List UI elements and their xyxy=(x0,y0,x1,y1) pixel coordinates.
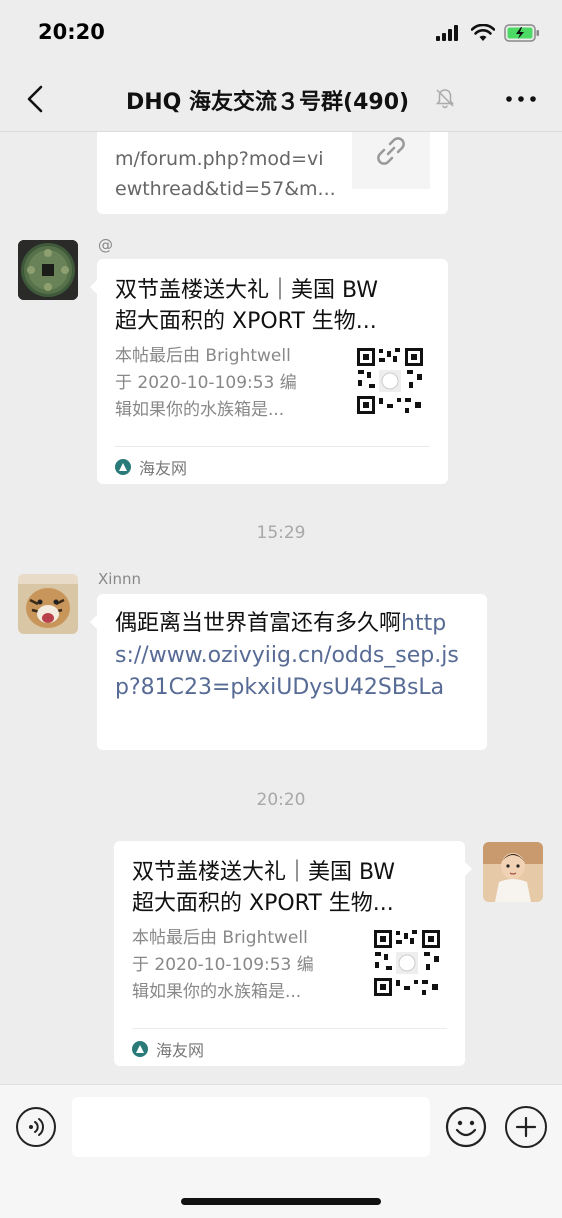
link-card[interactable]: 双节盖楼送大礼｜美国 BW 超大面积的 XPORT 生物... 本帖最后由 Br… xyxy=(90,259,448,484)
link-card-url-line: m/forum.php?mod=vi xyxy=(115,148,324,170)
child-avatar-image xyxy=(483,842,543,902)
battery-charging-icon xyxy=(504,24,539,42)
coin-avatar-image xyxy=(18,240,78,300)
mute-bell-icon xyxy=(435,89,455,109)
source-logo-icon xyxy=(115,459,131,475)
plus-icon xyxy=(515,1116,537,1138)
message-input[interactable] xyxy=(72,1097,430,1157)
link-card-description: 于 2020-10-109:53 编 xyxy=(132,955,314,975)
link-card-description: 本帖最后由 Brightwell xyxy=(132,928,308,948)
link-card-title: 双节盖楼送大礼｜美国 BW xyxy=(115,278,379,303)
sender-name: Xinnn xyxy=(98,570,141,588)
link-card-title: 超大面积的 XPORT 生物... xyxy=(115,309,377,334)
avatar[interactable] xyxy=(18,240,78,300)
avatar[interactable] xyxy=(18,574,78,634)
source-name: 海友网 xyxy=(156,1041,205,1060)
qr-code-thumbnail xyxy=(355,346,425,416)
bubble-tail xyxy=(90,279,98,295)
chat-title: DHQ 海友交流３号群(490) xyxy=(126,90,410,115)
signal-icon xyxy=(436,25,458,41)
status-bar: 20:20 xyxy=(0,0,562,66)
message-body: 偶距离当世界首富还有多久啊 xyxy=(115,611,402,636)
card-divider xyxy=(132,1028,447,1029)
voice-icon xyxy=(29,1118,44,1136)
home-indicator xyxy=(181,1198,381,1205)
status-icons xyxy=(436,24,540,42)
timestamp: 20:20 xyxy=(256,790,306,810)
emoji-icon xyxy=(445,1106,487,1148)
tiger-avatar-image xyxy=(18,574,78,634)
more-functions-button[interactable] xyxy=(505,1106,547,1148)
link-icon xyxy=(377,136,405,165)
back-arrow-icon xyxy=(27,85,43,113)
text-message-bubble[interactable]: 偶距离当世界首富还有多久啊https://www.ozivyiig.cn/odd… xyxy=(90,594,487,750)
link-card-description: 于 2020-10-109:53 编 xyxy=(115,373,297,393)
chat-message-list[interactable]: m/forum.php?mod=vi ewthread&tid=57&m... … xyxy=(0,132,562,1084)
message-text: 偶距离当世界首富还有多久啊https://www.ozivyiig.cn/odd… xyxy=(115,608,471,704)
link-card-url-line: ewthread&tid=57&m... xyxy=(115,178,336,200)
bubble-tail xyxy=(90,614,98,630)
back-button[interactable] xyxy=(18,82,52,116)
link-card-source: 海友网 xyxy=(132,1037,204,1061)
emoji-button[interactable] xyxy=(445,1106,487,1148)
link-card-source: 海友网 xyxy=(115,455,187,479)
bubble-tail xyxy=(464,861,472,877)
qr-code-icon xyxy=(372,928,442,998)
link-card-title: 双节盖楼送大礼｜美国 BW xyxy=(132,860,396,885)
link-card-title: 超大面积的 XPORT 生物... xyxy=(132,891,394,916)
link-thumbnail xyxy=(352,132,430,189)
more-options-button[interactable] xyxy=(504,86,538,112)
wifi-icon xyxy=(471,24,495,41)
timestamp: 15:29 xyxy=(256,523,306,543)
source-logo-icon xyxy=(132,1041,148,1057)
link-card-description: 本帖最后由 Brightwell xyxy=(115,346,291,366)
card-divider xyxy=(115,446,430,447)
avatar[interactable] xyxy=(483,842,543,902)
link-card-partial[interactable]: m/forum.php?mod=vi ewthread&tid=57&m... xyxy=(97,132,448,214)
voice-button[interactable] xyxy=(16,1107,56,1147)
qr-code-thumbnail xyxy=(372,928,442,998)
sender-name: @ xyxy=(98,236,113,254)
link-card-description: 辑如果你的水族箱是... xyxy=(132,982,302,1002)
source-name: 海友网 xyxy=(139,459,188,478)
link-card-description: 辑如果你的水族箱是... xyxy=(115,400,285,420)
status-time: 20:20 xyxy=(38,20,105,44)
more-dots-icon xyxy=(506,96,536,102)
navigation-bar: DHQ 海友交流３号群(490) xyxy=(0,66,562,132)
link-card[interactable]: 双节盖楼送大礼｜美国 BW 超大面积的 XPORT 生物... 本帖最后由 Br… xyxy=(114,841,472,1066)
qr-code-icon xyxy=(355,346,425,416)
